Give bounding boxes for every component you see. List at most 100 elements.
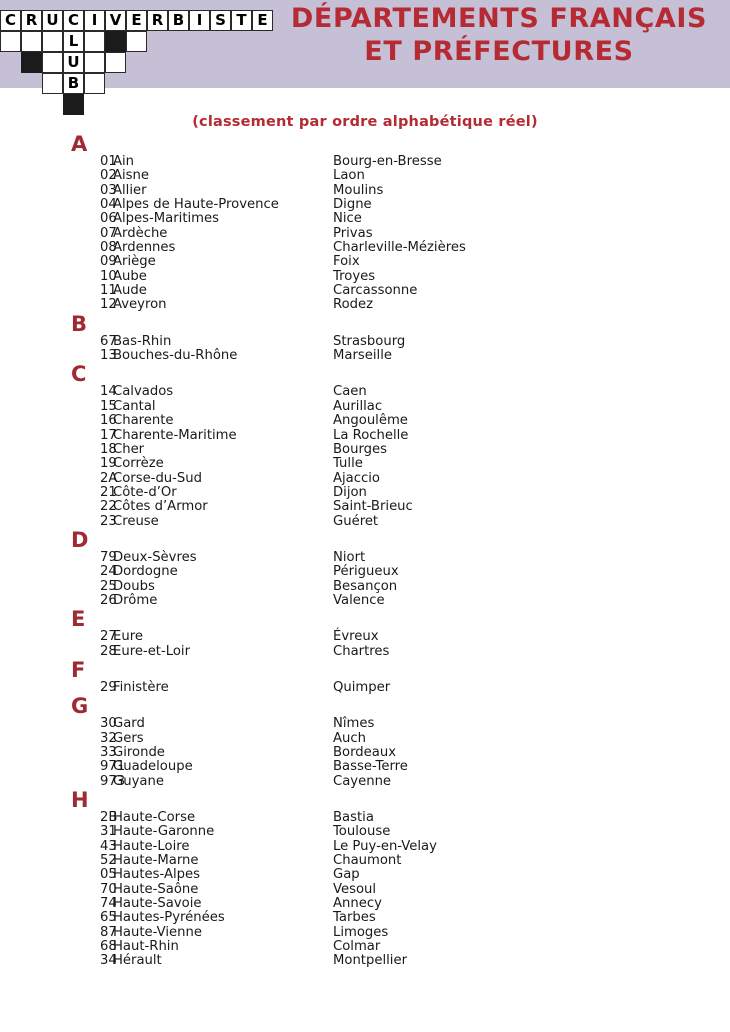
- crossword-cell-letter: C: [0, 10, 21, 31]
- crossword-cell-empty: [105, 52, 126, 73]
- prefecture-name: Quimper: [333, 679, 391, 695]
- department-name: Guyane: [113, 773, 164, 789]
- prefecture-name: Tulle: [333, 456, 363, 472]
- crossword-cell-empty: [21, 31, 42, 52]
- department-name: Finistère: [113, 679, 169, 695]
- department-name: Haute-Corse: [113, 810, 196, 826]
- department-row: 11 Aude Carcassonne: [0, 283, 730, 298]
- section-letter-heading: E: [71, 607, 86, 632]
- crossword-cell-letter: I: [189, 10, 210, 31]
- prefecture-name: Foix: [333, 254, 360, 270]
- letter-section-B: B 67 Bas-Rhin Strasbourg 13 Bouches-du-Rhône M…: [0, 313, 730, 364]
- crossword-cell-letter: V: [105, 10, 126, 31]
- department-row: 30 Gard Nîmes: [0, 716, 730, 732]
- prefecture-name: Chaumont: [333, 853, 402, 869]
- department-row: 16 Charente Angoulême: [0, 413, 730, 429]
- department-row: 21 Côte-d’Or Dijon: [0, 484, 730, 500]
- prefecture-name: Bourges: [333, 441, 388, 457]
- crossword-cell-letter: I: [84, 10, 105, 31]
- prefecture-name: Dijon: [333, 484, 367, 500]
- prefecture-name: Besançon: [333, 578, 398, 594]
- department-row: 43 Haute-Loire Le Puy-en-Velay: [0, 839, 730, 854]
- section-letter-heading: A: [71, 132, 88, 156]
- department-row: 22 Côtes d’Armor Saint-Brieuc: [0, 499, 730, 515]
- department-name: Calvados: [113, 384, 174, 400]
- department-row: 08 Ardennes Charleville-Mézières: [0, 240, 730, 255]
- letter-section-C: C 14 Calvados Caen 15 Cantal Aurillac 16 Charent…: [0, 363, 730, 528]
- prefecture-name: Marseille: [333, 348, 392, 364]
- prefecture-name: Ajaccio: [333, 470, 380, 486]
- title-line-1: DÉPARTEMENTS FRANÇAIS: [290, 3, 708, 34]
- department-name: Gard: [113, 716, 145, 732]
- crossword-cell-letter: L: [63, 31, 84, 52]
- department-name: Bas-Rhin: [113, 333, 172, 349]
- crossword-cell-letter: R: [147, 10, 168, 31]
- letter-section-A: A 01 Ain Bourg-en-Bresse 02 Aisne Laon 03 Allier…: [0, 133, 730, 313]
- department-name: Creuse: [113, 513, 159, 529]
- letter-section-H: H 2B Haute-Corse Bastia 31 Haute-Garonne Toulo…: [0, 789, 730, 969]
- crossword-cell-blocked: [63, 94, 84, 115]
- department-row: 29 Finistère Quimper: [0, 679, 730, 695]
- prefecture-name: Nice: [333, 211, 362, 227]
- prefecture-name: Cayenne: [333, 773, 392, 789]
- department-row: 12 Aveyron Rodez: [0, 297, 730, 313]
- crossword-cell-empty: [84, 31, 105, 52]
- prefecture-name: Périgueux: [333, 564, 399, 580]
- department-name: Haute-Garonne: [113, 824, 215, 840]
- department-name: Hautes-Pyrénées: [113, 910, 225, 926]
- department-row: 74 Haute-Savoie Annecy: [0, 896, 730, 912]
- crossword-cell-empty: [84, 52, 105, 73]
- department-row: 17 Charente-Maritime La Rochelle: [0, 428, 730, 443]
- crossword-cell-letter: U: [63, 52, 84, 73]
- prefecture-name: Rodez: [333, 297, 374, 313]
- prefecture-name: Colmar: [333, 939, 381, 955]
- crossword-cell-letter: C: [63, 10, 84, 31]
- department-row: 28 Eure-et-Loir Chartres: [0, 643, 730, 659]
- prefecture-name: Strasbourg: [333, 333, 406, 349]
- crossword-cell-blocked: [105, 31, 126, 52]
- prefecture-name: Bordeaux: [333, 745, 397, 760]
- department-row: 27 Eure Évreux: [0, 629, 730, 644]
- department-name: Hautes-Alpes: [113, 867, 201, 883]
- department-name: Charente: [113, 413, 174, 429]
- letter-section-G: G 30 Gard Nîmes 32 Gers Auch 33 Gironde Bordeaux 9…: [0, 695, 730, 789]
- crossword-cell-letter: R: [21, 10, 42, 31]
- prefecture-name: Toulouse: [333, 824, 391, 840]
- department-name: Eure-et-Loir: [113, 643, 191, 659]
- prefecture-name: Saint-Brieuc: [333, 499, 413, 515]
- department-row: 09 Ariège Foix: [0, 254, 730, 270]
- department-row: 25 Doubs Besançon: [0, 578, 730, 594]
- department-name: Alpes de Haute-Provence: [113, 197, 279, 213]
- department-name: Corse-du-Sud: [113, 470, 203, 486]
- crossword-cell-letter: S: [210, 10, 231, 31]
- prefecture-name: Gap: [333, 867, 360, 883]
- prefecture-name: Bourg-en-Bresse: [333, 154, 442, 169]
- department-name: Dordogne: [113, 564, 178, 580]
- department-row: 13 Bouches-du-Rhône Marseille: [0, 348, 730, 364]
- prefecture-name: Guéret: [333, 513, 379, 529]
- section-letter-heading: C: [71, 362, 87, 387]
- department-name: Haute-Vienne: [113, 924, 202, 940]
- department-row: 32 Gers Auch: [0, 731, 730, 746]
- department-row: 19 Corrèze Tulle: [0, 456, 730, 472]
- department-row: 01 Ain Bourg-en-Bresse: [0, 154, 730, 169]
- department-row: 67 Bas-Rhin Strasbourg: [0, 333, 730, 349]
- prefecture-name: Aurillac: [333, 398, 383, 414]
- department-row: 31 Haute-Garonne Toulouse: [0, 824, 730, 840]
- department-name: Côtes d’Armor: [113, 499, 208, 515]
- prefecture-name: Digne: [333, 197, 372, 213]
- prefecture-name: Valence: [333, 592, 385, 608]
- cruciverbiste-club-crossword-logo: CRUCIVERBISTELUB: [0, 10, 280, 120]
- prefecture-name: Privas: [333, 225, 373, 241]
- page-subtitle: (classement par ordre alphabétique réel): [192, 114, 538, 130]
- department-name: Hérault: [113, 953, 162, 969]
- department-row: 2A Corse-du-Sud Ajaccio: [0, 470, 730, 486]
- prefecture-name: Vesoul: [333, 881, 377, 897]
- prefecture-name: Annecy: [333, 896, 382, 912]
- department-name: Gironde: [113, 745, 165, 760]
- title-line-2: ET PRÉFECTURES: [364, 36, 634, 67]
- department-name: Ardèche: [113, 225, 168, 241]
- crossword-cell-empty: [42, 52, 63, 73]
- prefecture-name: Laon: [333, 168, 365, 184]
- prefecture-name: Moulins: [333, 182, 384, 198]
